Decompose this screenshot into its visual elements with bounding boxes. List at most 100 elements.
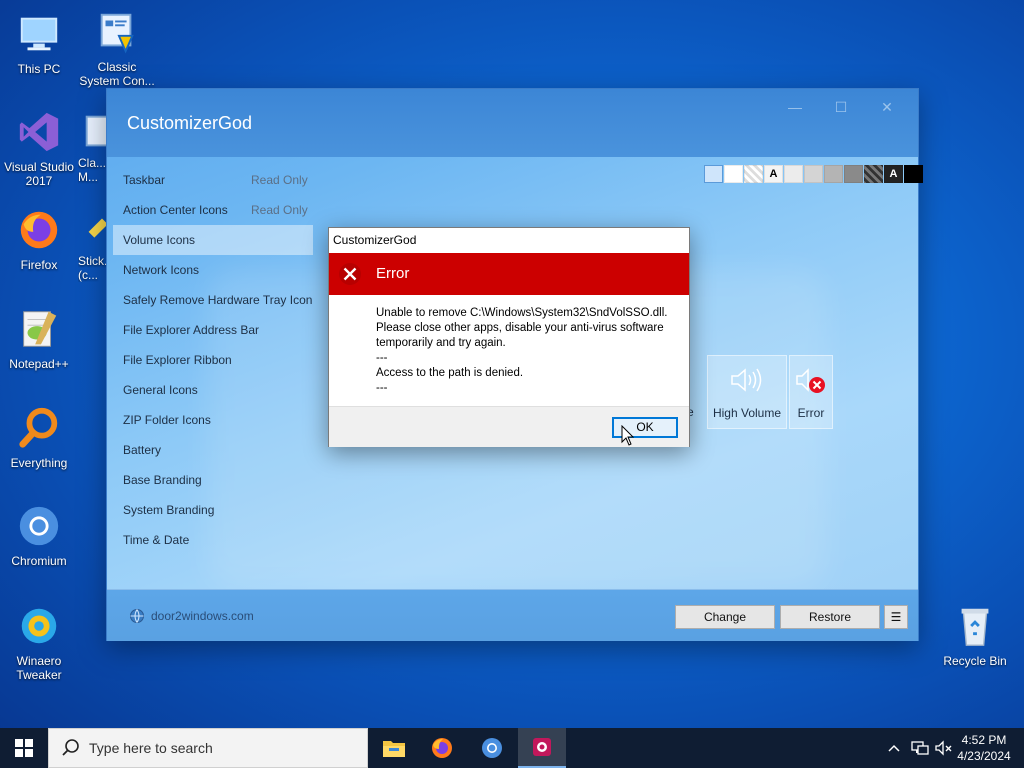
sticky-notes-icon bbox=[78, 206, 108, 254]
system-tray bbox=[886, 728, 954, 768]
message-line: Unable to remove C:\Windows\System32\Snd… bbox=[376, 307, 668, 319]
nav-item-label: Network Icons bbox=[123, 263, 200, 277]
speaker-error-icon bbox=[796, 368, 825, 393]
nav-item-label: ZIP Folder Icons bbox=[123, 413, 211, 427]
swatch-letter-light[interactable]: A bbox=[764, 165, 783, 183]
desktop-icon-chromium[interactable]: Chromium bbox=[0, 502, 78, 568]
taskbar-customizergod[interactable] bbox=[518, 728, 566, 768]
mouse-cursor-icon bbox=[621, 425, 635, 446]
swatch-letter: A bbox=[769, 168, 778, 180]
category-list: Taskbar Read Only Action Center Icons Read… bbox=[113, 165, 313, 555]
volume-muted-icon[interactable] bbox=[934, 740, 954, 756]
icon-tiles: High Volume Error bbox=[705, 355, 835, 429]
desktop-icon-label: Classic System Con... bbox=[79, 60, 155, 88]
icon-tile-high-volume[interactable]: High Volume bbox=[707, 355, 787, 429]
taskbar-firefox[interactable] bbox=[418, 728, 466, 768]
nav-item-system-branding[interactable]: System Branding bbox=[113, 495, 313, 525]
swatch-black[interactable] bbox=[904, 165, 923, 183]
tile-label: Error bbox=[797, 406, 825, 420]
swatch-letter-dark[interactable]: A bbox=[884, 165, 903, 183]
nav-item-zip-folder-icons[interactable]: ZIP Folder Icons bbox=[113, 405, 313, 435]
desktop-icon-everything[interactable]: Everything bbox=[0, 404, 78, 470]
notepad-plus-plus-icon bbox=[15, 305, 63, 353]
network-icon[interactable] bbox=[910, 740, 930, 756]
search-icon bbox=[62, 739, 79, 756]
nav-item-label: File Explorer Address Bar bbox=[123, 323, 260, 337]
error-message: Unable to remove C:\Windows\System32\Snd… bbox=[329, 295, 689, 406]
swatch-dark-gray[interactable] bbox=[844, 165, 863, 183]
desktop-icon-classic-system-control[interactable]: Classic System Con... bbox=[78, 8, 156, 88]
desktop-icon-label: Everything bbox=[10, 456, 68, 470]
folder-icon bbox=[383, 741, 405, 757]
minimize-button[interactable]: — bbox=[772, 95, 818, 119]
taskbar-chromium[interactable] bbox=[468, 728, 516, 768]
tile-label: High Volume bbox=[712, 406, 782, 420]
desktop-icon-visual-studio[interactable]: Visual Studio 2017 bbox=[0, 108, 78, 188]
swatch-light-gray[interactable] bbox=[784, 165, 803, 183]
background-swatches: A A bbox=[704, 165, 924, 183]
clock-time: 4:52 PM bbox=[961, 733, 1007, 747]
message-line: Access to the path is denied. bbox=[376, 367, 524, 379]
firefox-icon bbox=[432, 738, 452, 758]
nav-item-volume-icons[interactable]: Volume Icons bbox=[113, 225, 313, 255]
clock-date: 4/23/2024 bbox=[957, 749, 1011, 763]
search-placeholder: Type here to search bbox=[89, 740, 213, 756]
close-button[interactable]: ✕ bbox=[864, 95, 910, 119]
nav-item-general-icons[interactable]: General Icons bbox=[113, 375, 313, 405]
nav-item-label: Taskbar bbox=[123, 173, 166, 187]
window-titlebar[interactable]: CustomizerGod — ☐ ✕ bbox=[107, 89, 918, 157]
control-panel-icon bbox=[93, 8, 141, 56]
desktop-icon-label: Winaero Tweaker bbox=[16, 654, 62, 682]
taskbar-clock[interactable]: 4:52 PM 4/23/2024 bbox=[954, 732, 1014, 764]
window-title: CustomizerGod bbox=[127, 113, 253, 133]
chevron-up-icon[interactable] bbox=[886, 740, 902, 756]
desktop-icon-firefox[interactable]: Firefox bbox=[0, 206, 78, 272]
desktop-icon-sticky-partial[interactable]: Stick... (c... bbox=[78, 206, 108, 282]
desktop-icon-label: Recycle Bin bbox=[943, 654, 1007, 668]
start-button[interactable] bbox=[0, 728, 48, 768]
nav-item-taskbar[interactable]: Taskbar Read Only bbox=[113, 165, 313, 195]
nav-item-safely-remove-hardware[interactable]: Safely Remove Hardware Tray Icon bbox=[113, 285, 313, 315]
desktop-icon-label: Stick... (c... bbox=[78, 254, 108, 282]
nav-item-action-center-icons[interactable]: Action Center Icons Read Only bbox=[113, 195, 313, 225]
chromium-icon bbox=[482, 738, 502, 758]
nav-item-network-icons[interactable]: Network Icons bbox=[113, 255, 313, 285]
nav-item-label: Action Center Icons bbox=[123, 203, 228, 217]
change-button[interactable]: Change bbox=[675, 605, 775, 629]
speaker-high-volume-icon bbox=[731, 368, 762, 392]
nav-item-time-date[interactable]: Time & Date bbox=[113, 525, 313, 555]
nav-item-base-branding[interactable]: Base Branding bbox=[113, 465, 313, 495]
taskbar-search-box[interactable]: Type here to search bbox=[48, 728, 368, 768]
maximize-button[interactable]: ☐ bbox=[818, 95, 864, 119]
message-line: --- bbox=[376, 382, 388, 394]
desktop-icon-label: Chromium bbox=[11, 554, 67, 568]
nav-item-label: General Icons bbox=[123, 383, 198, 397]
restore-button[interactable]: Restore bbox=[780, 605, 880, 629]
desktop-icon-winaero-tweaker[interactable]: Winaero Tweaker bbox=[0, 602, 78, 682]
swatch-dark-checker[interactable] bbox=[864, 165, 883, 183]
swatch-transparent[interactable] bbox=[704, 165, 723, 183]
magnifier-icon bbox=[15, 404, 63, 452]
desktop-icon-recycle-bin[interactable]: Recycle Bin bbox=[936, 602, 1014, 668]
menu-button[interactable]: ☰ bbox=[884, 605, 908, 629]
firefox-icon bbox=[15, 206, 63, 254]
swatch-gray[interactable] bbox=[804, 165, 823, 183]
nav-item-label: Base Branding bbox=[123, 473, 202, 487]
swatch-mid-gray[interactable] bbox=[824, 165, 843, 183]
error-x-icon bbox=[339, 263, 361, 285]
website-link[interactable]: door2windows.com bbox=[129, 608, 254, 624]
desktop-icon-classic-partial[interactable]: Cla... M... bbox=[78, 108, 108, 184]
nav-item-file-explorer-address-bar[interactable]: File Explorer Address Bar bbox=[113, 315, 313, 345]
dialog-title[interactable]: CustomizerGod bbox=[329, 228, 689, 253]
taskbar-file-explorer[interactable] bbox=[370, 728, 418, 768]
desktop-icon-label: Cla... M... bbox=[78, 156, 107, 184]
swatch-checker[interactable] bbox=[744, 165, 763, 183]
desktop-icon-this-pc[interactable]: This PC bbox=[0, 10, 78, 76]
nav-item-file-explorer-ribbon[interactable]: File Explorer Ribbon bbox=[113, 345, 313, 375]
icon-tile-error[interactable]: Error bbox=[789, 355, 833, 429]
desktop-icon-notepad-plus-plus[interactable]: Notepad++ bbox=[0, 305, 78, 371]
swatch-white[interactable] bbox=[724, 165, 743, 183]
nav-item-battery[interactable]: Battery bbox=[113, 435, 313, 465]
read-only-tag: Read Only bbox=[251, 203, 308, 217]
desktop-icon-label: This PC bbox=[17, 62, 61, 76]
